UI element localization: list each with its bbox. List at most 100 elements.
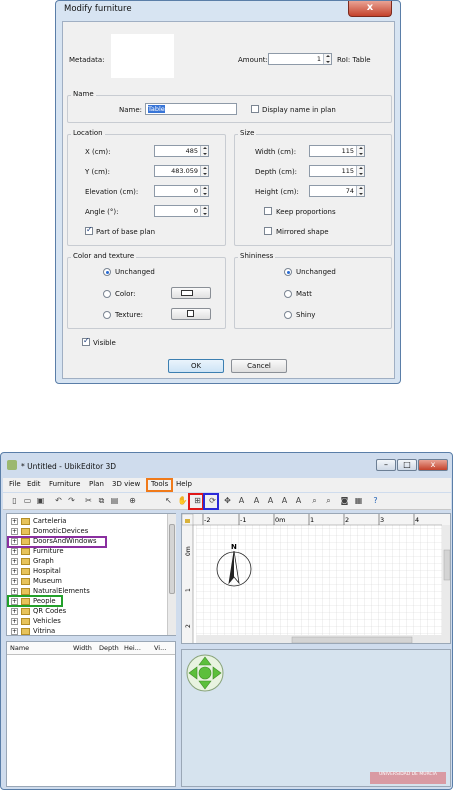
angle-field[interactable]: 0 — [154, 205, 209, 217]
amount-field[interactable]: 1 — [268, 53, 332, 65]
menu-edit[interactable]: Edit — [27, 480, 41, 488]
visible-checkbox[interactable] — [82, 336, 90, 346]
menu-furniture[interactable]: Furniture — [49, 480, 80, 488]
modify-furniture-dialog: Modify furniture x Metadata: Amount: 1 R… — [55, 0, 401, 384]
size-group-label: Size — [238, 129, 257, 137]
plan-hscroll-thumb[interactable] — [291, 636, 413, 643]
depth-spinner[interactable] — [356, 166, 364, 176]
cut-icon[interactable]: ✂ — [83, 495, 94, 507]
create-walls-icon[interactable]: ✥ — [222, 495, 233, 507]
display-name-checkbox[interactable] — [251, 105, 259, 113]
col-name[interactable]: Name — [10, 644, 29, 652]
text-size-up-icon[interactable]: A — [251, 495, 262, 507]
copy-icon[interactable]: ⧉ — [96, 495, 107, 507]
menu-help[interactable]: Help — [176, 480, 192, 488]
width-spinner[interactable] — [356, 146, 364, 156]
x-spinner[interactable] — [200, 146, 208, 156]
furniture-catalog-tree[interactable]: + Carteleria + DomoticDevices + DoorsAndWin… — [6, 513, 176, 636]
tree-item-hospital[interactable]: + Hospital — [11, 567, 61, 575]
name-field[interactable]: Table — [145, 103, 237, 115]
plan-view[interactable]: -2 -1 0m 1 2 3 4 0m 1 2 N — [181, 513, 451, 644]
amount-spinner[interactable] — [323, 54, 331, 64]
cancel-button[interactable]: Cancel — [231, 359, 287, 373]
color-unchanged-radio[interactable] — [103, 268, 111, 276]
save-icon[interactable]: ▣ — [35, 495, 46, 507]
tree-item-vehicles[interactable]: + Vehicles — [11, 617, 61, 625]
width-field[interactable]: 115 — [309, 145, 365, 157]
rotate-highlight — [203, 493, 219, 510]
col-depth[interactable]: Depth — [99, 644, 119, 652]
menu-plan[interactable]: Plan — [89, 480, 104, 488]
vruler-label-1: 1 — [185, 588, 192, 592]
maximize-button[interactable]: □ — [397, 459, 417, 471]
camera-icon[interactable]: ◙ — [339, 495, 350, 507]
y-value: 483.059 — [171, 167, 198, 175]
texture-label: Texture: — [115, 311, 143, 319]
add-furniture-icon[interactable]: ⊕ — [127, 495, 138, 507]
col-width[interactable]: Width — [73, 644, 92, 652]
ok-button[interactable]: OK — [168, 359, 224, 373]
italic-text-icon[interactable]: A — [293, 495, 304, 507]
zoom-out-icon[interactable]: ⌕ — [323, 495, 334, 507]
y-field[interactable]: 483.059 — [154, 165, 209, 177]
close-button[interactable]: x — [348, 1, 392, 17]
3d-view[interactable]: UNIVERSIDAD DE MURCIA — [181, 649, 451, 787]
col-visible[interactable]: Vi... — [154, 644, 166, 652]
select-icon[interactable]: ↖ — [163, 495, 174, 507]
pan-icon[interactable]: ✋ — [177, 495, 188, 507]
tree-scroll-thumb[interactable] — [169, 524, 175, 594]
height-spinner[interactable] — [356, 186, 364, 196]
tree-item-carteleria[interactable]: + Carteleria — [11, 517, 66, 525]
new-icon[interactable]: ▯ — [9, 495, 20, 507]
keep-proportions-checkbox[interactable] — [264, 207, 272, 215]
col-height[interactable]: Hei... — [124, 644, 141, 652]
menu-file[interactable]: File — [9, 480, 21, 488]
mirrored-checkbox[interactable] — [264, 227, 272, 235]
paste-icon[interactable]: ▤ — [109, 495, 120, 507]
furniture-list-table[interactable]: Name Width Depth Hei... Vi... — [6, 641, 176, 787]
window-close-button[interactable]: x — [418, 459, 448, 471]
tree-item-graph[interactable]: + Graph — [11, 557, 54, 565]
shiny-radio[interactable] — [284, 311, 292, 319]
tree-item-domoticdevices[interactable]: + DomoticDevices — [11, 527, 88, 535]
redo-icon[interactable]: ↷ — [66, 495, 77, 507]
color-radio[interactable] — [103, 290, 111, 298]
tree-item-naturalelements[interactable]: + NaturalElements — [11, 587, 90, 595]
texture-picker-button[interactable] — [171, 308, 211, 320]
tree-scrollbar[interactable] — [167, 514, 176, 635]
x-field[interactable]: 485 — [154, 145, 209, 157]
open-icon[interactable]: ▭ — [22, 495, 33, 507]
shiny-label: Shiny — [296, 311, 316, 319]
angle-spinner[interactable] — [200, 206, 208, 216]
undo-icon[interactable]: ↶ — [53, 495, 64, 507]
matt-radio[interactable] — [284, 290, 292, 298]
y-label: Y (cm): — [85, 168, 110, 176]
plan-vscroll-thumb[interactable] — [443, 549, 450, 581]
base-plan-checkbox[interactable] — [85, 225, 93, 235]
elevation-field[interactable]: 0 — [154, 185, 209, 197]
tree-item-furniture[interactable]: + Furniture — [11, 547, 64, 555]
menu-3d-view[interactable]: 3D view — [112, 480, 140, 488]
depth-value: 115 — [341, 167, 354, 175]
people-highlight — [7, 595, 63, 607]
help-icon[interactable]: ? — [370, 495, 381, 507]
text-size-down-icon[interactable]: A — [265, 495, 276, 507]
tree-item-museum[interactable]: + Museum — [11, 577, 62, 585]
tree-item-qr-codes[interactable]: + QR Codes — [11, 607, 66, 615]
minimize-button[interactable]: – — [376, 459, 396, 471]
color-picker-button[interactable] — [171, 287, 211, 299]
bold-text-icon[interactable]: A — [279, 495, 290, 507]
plan-grid[interactable]: -2 -1 0m 1 2 3 4 0m 1 2 N — [182, 514, 451, 644]
texture-radio[interactable] — [103, 311, 111, 319]
photo-icon[interactable]: ▦ — [353, 495, 364, 507]
tree-item-vitrina[interactable]: + Vitrina — [11, 627, 55, 635]
shiny-unchanged-radio[interactable] — [284, 268, 292, 276]
navigation-arrows-icon[interactable] — [185, 653, 225, 693]
add-text-icon[interactable]: A — [236, 495, 247, 507]
y-spinner[interactable] — [200, 166, 208, 176]
depth-field[interactable]: 115 — [309, 165, 365, 177]
zoom-in-icon[interactable]: ⌕ — [309, 495, 320, 507]
elevation-spinner[interactable] — [200, 186, 208, 196]
amount-value: 1 — [316, 55, 321, 63]
height-field[interactable]: 74 — [309, 185, 365, 197]
